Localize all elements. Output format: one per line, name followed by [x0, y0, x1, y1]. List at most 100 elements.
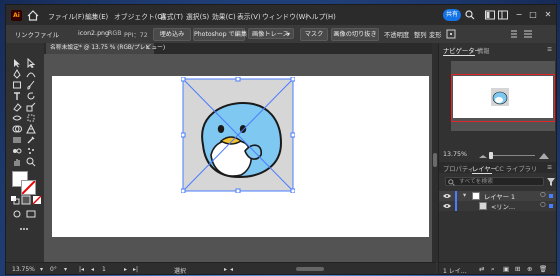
scale-tool-icon[interactable] [26, 102, 36, 112]
delete-layer-icon[interactable]: 🗑 [539, 265, 547, 273]
rotate-tool-icon[interactable] [26, 91, 36, 101]
search-icon[interactable] [465, 10, 475, 20]
zoom-slider-thumb[interactable] [489, 152, 493, 159]
width-tool-icon[interactable] [12, 113, 22, 123]
direct-selection-tool-icon[interactable] [26, 58, 36, 68]
panel-menu-icon[interactable] [523, 29, 533, 39]
image-trace-button[interactable]: 画像トレース ▾ [248, 28, 294, 39]
edit-in-photoshop-button[interactable]: Photoshop で編集 [193, 28, 247, 41]
tab-info[interactable]: 情報 [477, 46, 490, 55]
curvature-tool-icon[interactable] [26, 69, 36, 79]
tab-cc-libraries[interactable]: CC ライブラリ [495, 164, 537, 173]
new-layer-icon[interactable]: ⊕ [527, 265, 532, 273]
zoom-dropdown-icon[interactable]: ▾ [40, 266, 43, 273]
stroke-swatch[interactable] [21, 180, 36, 195]
layers-menu-icon[interactable]: ≡ [547, 164, 552, 171]
document-tab[interactable]: 名称未設定* @ 13.75 % (RGB/プレビュー) × [46, 43, 165, 54]
tab-properties[interactable]: プロパティ [443, 164, 474, 173]
status-collapse-icon[interactable]: ◂ [230, 266, 233, 273]
align-link[interactable]: 整列 [414, 30, 427, 39]
hand-tool-icon[interactable] [12, 157, 22, 167]
menu-object[interactable]: オブジェクト(O) [114, 11, 165, 21]
navigator-menu-icon[interactable]: ≡ [547, 46, 552, 53]
menu-type[interactable]: 書式(T) [160, 11, 183, 21]
transform-grid-icon[interactable] [446, 29, 456, 39]
navigator-view-box[interactable] [451, 74, 555, 122]
menu-select[interactable]: 選択(S) [186, 11, 209, 21]
layer-row[interactable]: <リン… ○ [439, 201, 556, 211]
expand-chevron-icon[interactable]: ▾ [463, 192, 466, 199]
navigator-zoom-value[interactable]: 13.75% [443, 151, 467, 158]
transform-link[interactable]: 変形 [429, 30, 442, 39]
zoom-in-icon[interactable] [539, 150, 549, 160]
share-button[interactable]: 共有 [443, 9, 461, 21]
perspective-grid-tool-icon[interactable] [26, 124, 36, 134]
minimize-button[interactable]: − [513, 8, 525, 21]
first-artboard-icon[interactable]: |◂ [79, 266, 84, 273]
gradient-tool-icon[interactable] [12, 135, 22, 145]
menu-window[interactable]: ウィンドウ(W) [262, 11, 308, 21]
paintbrush-tool-icon[interactable] [26, 80, 36, 90]
free-transform-tool-icon[interactable] [26, 113, 36, 123]
crop-image-button[interactable]: 画像の切り抜き [331, 28, 379, 41]
collect-export-icon[interactable]: ⇄ [479, 265, 484, 273]
color-mode-icon[interactable] [21, 195, 31, 205]
menu-file[interactable]: ファイル(F) [48, 11, 84, 21]
eraser-tool-icon[interactable] [12, 102, 22, 112]
type-tool-icon[interactable] [12, 91, 22, 101]
arrange-documents-icon[interactable] [485, 10, 495, 20]
layer-name[interactable]: レイヤー 1 [484, 192, 515, 201]
opacity-link[interactable]: 不透明度 [384, 30, 409, 39]
home-icon[interactable] [27, 10, 39, 21]
tab-layers[interactable]: レイヤー [472, 164, 497, 173]
zoom-level[interactable]: 13.75% [12, 266, 35, 273]
artboard[interactable] [52, 76, 429, 237]
shape-builder-tool-icon[interactable] [12, 124, 22, 134]
prev-artboard-icon[interactable]: ◂ [91, 266, 94, 273]
eye-icon[interactable] [443, 193, 451, 199]
menu-edit[interactable]: 編集(E) [85, 11, 108, 21]
canvas-area[interactable] [44, 54, 432, 262]
zoom-slider-track[interactable] [489, 152, 535, 159]
menu-help[interactable]: ヘルプ(H) [305, 11, 336, 21]
symbol-sprayer-tool-icon[interactable] [26, 146, 36, 156]
maximize-button[interactable]: □ [527, 8, 539, 21]
arrange-icon[interactable] [509, 29, 519, 39]
menu-view[interactable]: 表示(V) [237, 11, 261, 21]
link-file-label[interactable]: リンクファイル [15, 30, 59, 39]
zoom-tool-icon[interactable] [26, 157, 36, 167]
screen-mode-icon[interactable] [26, 209, 36, 219]
navigator-preview[interactable] [451, 61, 555, 131]
clipping-mask-icon[interactable]: ▣ [503, 265, 509, 273]
search-layer-icon[interactable]: ⌕ [491, 265, 495, 274]
pen-tool-icon[interactable] [12, 69, 22, 79]
close-tab-icon[interactable]: × [145, 43, 150, 54]
layers-search-input[interactable]: すべてを検索 [445, 177, 544, 186]
eyedropper-tool-icon[interactable] [26, 135, 36, 145]
mask-button[interactable]: マスク [300, 28, 328, 41]
rotation-value[interactable]: 0° [50, 266, 57, 273]
placed-image-icon2[interactable] [181, 77, 295, 193]
tab-navigator[interactable]: ナビゲーター [443, 46, 481, 55]
new-sublayer-icon[interactable]: ⊞ [515, 265, 520, 273]
rotation-dropdown-icon[interactable]: ▾ [64, 266, 67, 273]
workspace-icon[interactable] [498, 10, 508, 20]
last-artboard-icon[interactable]: ▸| [133, 266, 138, 273]
draw-mode-icon[interactable] [12, 209, 22, 219]
blend-tool-icon[interactable] [12, 146, 22, 156]
none-color-icon[interactable] [32, 195, 42, 205]
scrollbar-thumb[interactable] [433, 153, 437, 167]
eye-icon[interactable] [443, 203, 451, 209]
menu-effect[interactable]: 効果(C) [212, 11, 236, 21]
filter-icon[interactable] [547, 178, 555, 186]
target-circle-icon[interactable]: ○ [540, 191, 546, 198]
rectangle-tool-icon[interactable] [12, 80, 22, 90]
edit-toolbar-icon[interactable] [19, 224, 29, 234]
embed-button[interactable]: 埋め込み [153, 28, 191, 41]
selection-tool-icon[interactable] [12, 58, 22, 68]
artboard-number[interactable]: 1 [102, 266, 106, 273]
status-expand-icon[interactable]: ▸ [224, 266, 227, 273]
next-artboard-icon[interactable]: ▸ [124, 266, 127, 273]
zoom-out-icon[interactable] [479, 152, 487, 160]
sublayer-name[interactable]: <リン… [491, 202, 515, 211]
